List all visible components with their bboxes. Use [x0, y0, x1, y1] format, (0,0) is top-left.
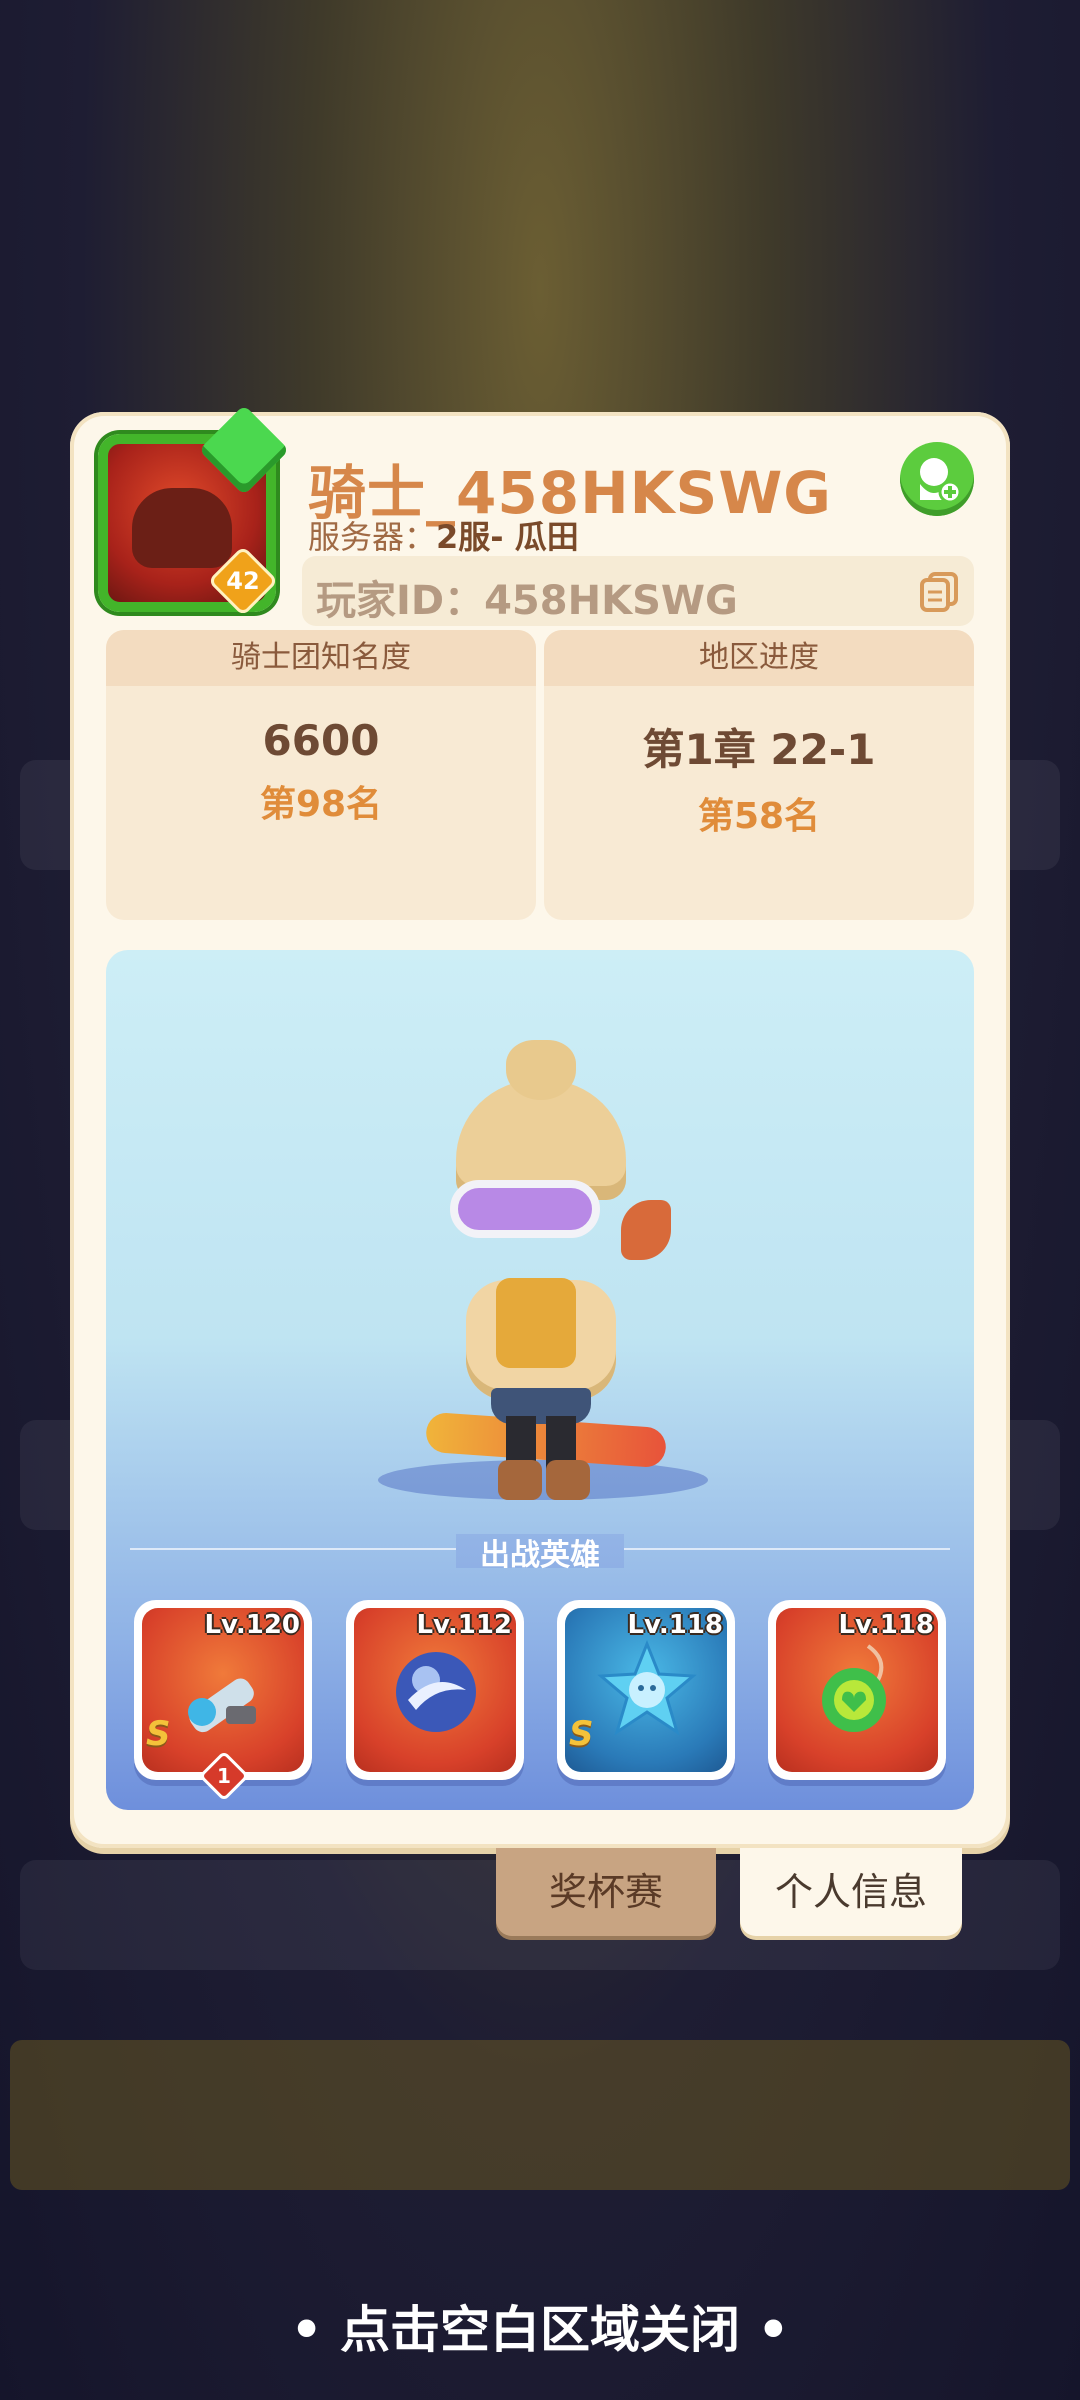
hero-slot-2[interactable]: Lv.112	[346, 1600, 524, 1780]
heroes-section-title: 出战英雄	[480, 1538, 600, 1573]
server-label: 服务器：	[308, 518, 437, 556]
heart-pendant-icon	[822, 1644, 886, 1732]
notification-count: 1	[217, 1764, 231, 1788]
rarity-badge: S	[569, 1714, 594, 1754]
character-showcase: 出战英雄 Lv.120 S 1 Lv.112 Lv.118 S Lv.118	[106, 950, 974, 1810]
hero-slot-1[interactable]: Lv.120 S 1	[134, 1600, 312, 1802]
character-scarf	[496, 1278, 576, 1368]
fame-rank: 第98名	[259, 784, 383, 825]
character-ponytail	[621, 1200, 671, 1260]
hero-level: Lv.120	[204, 1610, 300, 1640]
orb-icon	[396, 1652, 476, 1732]
progress-stat-card: 地区进度 第1章 22-1 第58名	[544, 630, 974, 920]
server-info: 服务器：2服- 瓜田	[308, 512, 579, 558]
progress-rank: 第58名	[697, 796, 821, 837]
tab-trophy[interactable]: 奖杯赛	[496, 1848, 716, 1936]
rarity-badge: S	[146, 1714, 171, 1754]
character-boot	[498, 1460, 542, 1500]
hero-level: Lv.118	[627, 1610, 723, 1640]
heroes-section-heading: 出战英雄	[106, 1530, 974, 1574]
fame-value: 6600	[262, 716, 380, 765]
blaster-icon	[188, 1678, 256, 1733]
tab-personal-info[interactable]: 个人信息	[740, 1848, 962, 1936]
player-id-label: 玩家ID：	[316, 578, 485, 624]
character-model[interactable]	[436, 1040, 676, 1500]
player-avatar[interactable]: 42	[92, 404, 290, 618]
player-id-text: 玩家ID：458HKSWG	[316, 568, 738, 626]
server-value: 2服- 瓜田	[436, 518, 579, 556]
character-goggles	[450, 1180, 600, 1238]
character-hat-pom	[506, 1040, 576, 1100]
fame-stat-card: 骑士团知名度 6600 第98名	[106, 630, 536, 920]
player-id-bar: 玩家ID：458HKSWG	[302, 556, 974, 626]
copy-icon[interactable]	[918, 570, 960, 612]
star-badge-icon	[597, 1640, 697, 1736]
hero-slot-4[interactable]: Lv.118	[768, 1600, 946, 1780]
hero-slot-3[interactable]: Lv.118 S	[557, 1600, 735, 1780]
progress-label: 地区进度	[544, 630, 974, 686]
dragon-icon	[132, 488, 232, 568]
add-friend-button[interactable]	[900, 442, 974, 516]
add-friend-icon	[920, 458, 960, 504]
hero-level: Lv.118	[838, 1610, 934, 1640]
background-banner	[10, 2040, 1070, 2190]
close-hint: • 点击空白区域关闭 •	[290, 2301, 790, 2359]
fame-label: 骑士团知名度	[106, 630, 536, 686]
player-id-value: 458HKSWG	[484, 578, 738, 624]
progress-value: 第1章 22-1	[642, 725, 876, 774]
hero-level: Lv.112	[416, 1610, 512, 1640]
avatar-level-text: 42	[226, 567, 260, 595]
character-boot	[546, 1460, 590, 1500]
